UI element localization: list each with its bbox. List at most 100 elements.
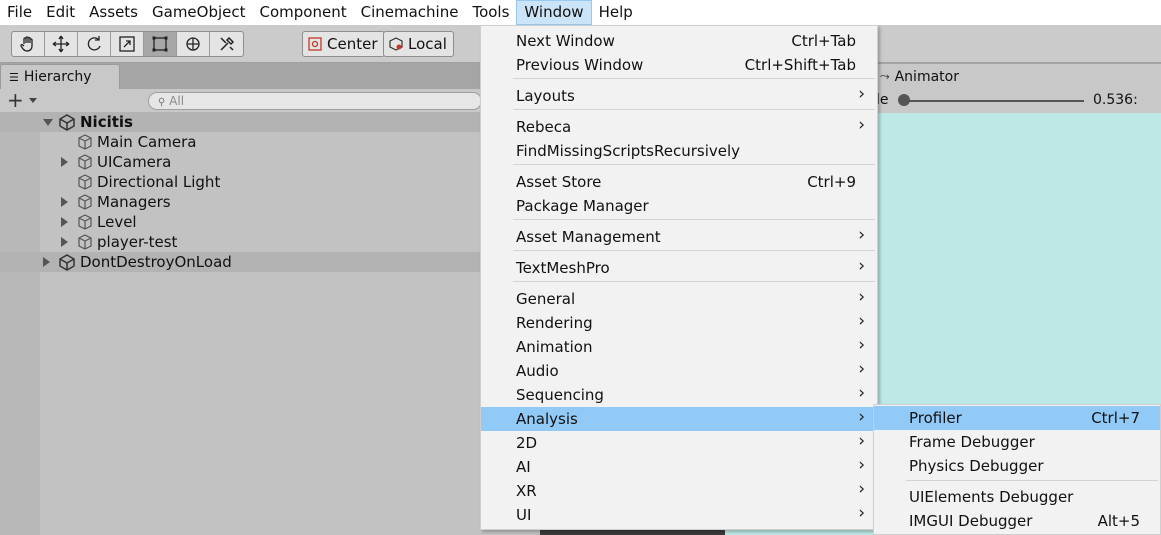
hierarchy-row-label: UICamera: [97, 153, 172, 171]
analysis-submenu: Profiler Ctrl+7 Frame Debugger Physics Debu…: [873, 404, 1161, 535]
search-icon: ⚲: [158, 97, 166, 108]
chevron-down-icon[interactable]: [29, 98, 37, 103]
scale-slider-track[interactable]: [904, 100, 1084, 102]
analysis-menu-item[interactable]: UIElements Debugger: [874, 485, 1160, 509]
expand-right-icon[interactable]: [61, 217, 68, 227]
move-icon[interactable]: [45, 32, 78, 56]
hierarchy-row-label: player-test: [97, 233, 178, 251]
hierarchy-row[interactable]: Level: [0, 212, 480, 232]
menu-edit[interactable]: Edit: [39, 0, 82, 25]
window-menu-item-label: General: [516, 290, 576, 308]
pivot-center-button[interactable]: Center: [302, 31, 385, 57]
expand-right-icon[interactable]: [61, 237, 68, 247]
pivot-local-button[interactable]: Local: [383, 31, 454, 57]
hierarchy-row[interactable]: Main Camera: [0, 132, 480, 152]
window-menu-item[interactable]: Rendering ›: [481, 311, 877, 335]
window-menu-item[interactable]: Package Manager: [481, 194, 877, 218]
hierarchy-search-input[interactable]: ⚲ All: [148, 92, 482, 110]
chevron-right-icon: ›: [858, 335, 865, 355]
animator-toolbar: le 0.536:: [876, 89, 1161, 113]
menu-tools[interactable]: Tools: [465, 0, 516, 25]
hand-icon[interactable]: [12, 32, 45, 56]
window-menu-item[interactable]: AI ›: [481, 455, 877, 479]
window-menu-item[interactable]: Previous Window Ctrl+Shift+Tab: [481, 53, 877, 77]
expand-down-icon[interactable]: [43, 119, 53, 126]
rect-tool-icon[interactable]: [144, 32, 177, 56]
window-menu-item[interactable]: Analysis ›: [481, 407, 877, 431]
window-menu-item[interactable]: XR ›: [481, 479, 877, 503]
window-menu-item-label: Rebeca: [516, 118, 572, 136]
hierarchy-row[interactable]: player-test: [0, 232, 480, 252]
window-menu-item-label: Asset Store: [516, 173, 602, 191]
expand-right-icon[interactable]: [61, 157, 68, 167]
tab-animator[interactable]: ⤳ Animator: [876, 64, 1161, 89]
hierarchy-row[interactable]: Directional Light: [0, 172, 480, 192]
chevron-right-icon: ›: [858, 503, 865, 523]
analysis-menu-item[interactable]: Frame Debugger: [874, 430, 1160, 454]
scale-slider-handle[interactable]: [898, 94, 910, 106]
gameobject-cube-icon: [76, 173, 94, 191]
window-menu-item-label: Next Window: [516, 32, 615, 50]
hierarchy-scene-row[interactable]: Nicitis: [0, 112, 480, 132]
pivot-local-icon: [389, 37, 403, 51]
window-menu-item[interactable]: Layouts ›: [481, 84, 877, 108]
menu-gameobject[interactable]: GameObject: [145, 0, 253, 25]
hierarchy-row[interactable]: Managers: [0, 192, 480, 212]
window-menu-item-shortcut: Ctrl+Shift+Tab: [744, 56, 856, 74]
window-menu-item[interactable]: FindMissingScriptsRecursively: [481, 139, 877, 163]
analysis-menu-item[interactable]: IMGUI Debugger Alt+5: [874, 509, 1160, 533]
window-menu-item-label: TextMeshPro: [516, 259, 610, 277]
menu-separator: [513, 164, 875, 165]
analysis-menu-item[interactable]: Profiler Ctrl+7: [874, 406, 1160, 430]
menu-cinemachine[interactable]: Cinemachine: [354, 0, 466, 25]
window-menu-item[interactable]: Animation ›: [481, 335, 877, 359]
scale-icon[interactable]: [111, 32, 144, 56]
analysis-menu-item-shortcut: Alt+5: [1097, 512, 1140, 530]
window-menu-item[interactable]: Sequencing ›: [481, 383, 877, 407]
gameobject-cube-icon: [76, 193, 94, 211]
window-menu-item[interactable]: General ›: [481, 287, 877, 311]
hierarchy-scene-row[interactable]: DontDestroyOnLoad: [0, 252, 480, 272]
custom-tool-icon[interactable]: [210, 32, 243, 56]
expand-right-icon[interactable]: [61, 197, 68, 207]
analysis-menu-item-label: UIElements Debugger: [909, 488, 1074, 506]
menu-assets[interactable]: Assets: [82, 0, 145, 25]
expand-right-icon[interactable]: [43, 257, 50, 267]
window-menu-item[interactable]: Asset Management ›: [481, 225, 877, 249]
chevron-right-icon: ›: [858, 479, 865, 499]
menu-file[interactable]: File: [0, 0, 39, 25]
window-menu-dropdown: Next Window Ctrl+Tab Previous Window Ctrl+S…: [480, 25, 878, 530]
window-menu-item[interactable]: UI ›: [481, 503, 877, 527]
transform-icon[interactable]: [177, 32, 210, 56]
window-menu-item[interactable]: Audio ›: [481, 359, 877, 383]
window-menu-item-label: Animation: [516, 338, 593, 356]
search-placeholder: All: [169, 94, 185, 108]
window-menu-item[interactable]: Asset Store Ctrl+9: [481, 170, 877, 194]
gameobject-cube-icon: [76, 233, 94, 251]
window-menu-item-label: Layouts: [516, 87, 575, 105]
add-object-button[interactable]: +: [7, 89, 24, 113]
chevron-right-icon: ›: [858, 455, 865, 475]
window-menu-item[interactable]: TextMeshPro ›: [481, 256, 877, 280]
menu-component[interactable]: Component: [253, 0, 354, 25]
window-menu-item[interactable]: Next Window Ctrl+Tab: [481, 29, 877, 53]
chevron-right-icon: ›: [858, 287, 865, 307]
menu-window[interactable]: Window: [516, 0, 592, 25]
tab-animator-label: Animator: [894, 68, 959, 85]
chevron-right-icon: ›: [858, 84, 865, 104]
window-menu-item-label: AI: [516, 458, 531, 476]
window-menu-item[interactable]: Rebeca ›: [481, 115, 877, 139]
gameobject-cube-icon: [76, 213, 94, 231]
unity-scene-icon: [58, 113, 76, 131]
chevron-right-icon: ›: [858, 407, 865, 427]
menu-help[interactable]: Help: [592, 0, 640, 25]
analysis-menu-item-label: Profiler: [909, 409, 962, 427]
analysis-menu-item[interactable]: Physics Debugger: [874, 454, 1160, 478]
window-menu-item-label: Package Manager: [516, 197, 649, 215]
analysis-menu-item-label: Physics Debugger: [909, 457, 1044, 475]
tab-hierarchy[interactable]: ☰ Hierarchy: [0, 64, 120, 89]
transform-tools: [11, 31, 244, 57]
window-menu-item[interactable]: 2D ›: [481, 431, 877, 455]
hierarchy-row[interactable]: UICamera: [0, 152, 480, 172]
rotate-icon[interactable]: [78, 32, 111, 56]
